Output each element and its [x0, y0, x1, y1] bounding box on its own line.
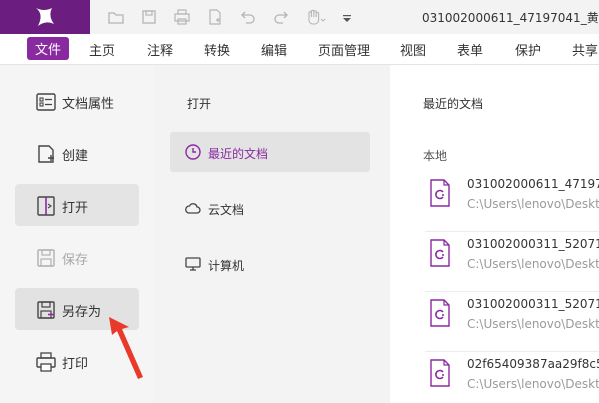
nav-label: 保存	[62, 253, 89, 268]
recent-documents-pane: 最近的文档 本地 031002000611_471970 C:\Users\le…	[390, 65, 599, 403]
pdf-file-icon	[430, 299, 450, 327]
file-path: C:\Users\lenovo\Desktop	[467, 257, 599, 271]
new-document-icon[interactable]	[206, 8, 224, 26]
nav-create[interactable]: 创建	[15, 132, 139, 174]
recent-file-row[interactable]: 031002000611_471970 C:\Users\lenovo\Desk…	[425, 173, 599, 232]
save-as-icon	[37, 301, 55, 319]
file-path: C:\Users\lenovo\Desktop	[467, 377, 599, 391]
option-label: 云文档	[208, 203, 245, 217]
menu-file[interactable]: 文件	[27, 37, 70, 60]
pdf-file-icon	[430, 179, 450, 207]
nav-open[interactable]: 打开	[15, 184, 139, 226]
menu-bar: 文件 主页 注释 转换 编辑 页面管理 视图 表单 保护 共享	[0, 34, 599, 65]
title-bar: 031002000611_47197041_黄山	[0, 0, 599, 34]
app-logo[interactable]	[0, 0, 90, 34]
nav-label: 创建	[62, 149, 89, 164]
menu-view[interactable]: 视图	[400, 40, 426, 59]
option-computer[interactable]: 计算机	[170, 244, 370, 284]
save-icon[interactable]	[140, 8, 158, 26]
nav-label: 打印	[62, 357, 89, 372]
option-cloud-documents[interactable]: 云文档	[170, 188, 370, 228]
nav-save[interactable]: 保存	[15, 236, 139, 278]
undo-icon[interactable]	[239, 8, 257, 26]
nav-label: 文档属性	[62, 97, 115, 112]
dropdown-arrow-icon[interactable]	[341, 8, 353, 26]
redo-icon[interactable]	[272, 8, 290, 26]
pane-title: 最近的文档	[423, 97, 484, 111]
print-icon	[36, 352, 56, 372]
menu-convert[interactable]: 转换	[204, 40, 230, 59]
clock-icon	[185, 144, 201, 160]
pdf-file-icon	[430, 239, 450, 267]
menu-page-management[interactable]: 页面管理	[318, 40, 370, 59]
open-options-pane: 打开 最近的文档 云文档 计算机	[154, 65, 390, 403]
menu-form[interactable]: 表单	[457, 40, 483, 59]
recent-file-row[interactable]: 02f65409387aa29f8c5f5 C:\Users\lenovo\De…	[425, 353, 599, 403]
file-path: C:\Users\lenovo\Desktop	[467, 317, 599, 331]
file-name: 02f65409387aa29f8c5f5	[467, 357, 599, 371]
recent-file-row[interactable]: 031002000311_520716 C:\Users\lenovo\Desk…	[425, 293, 599, 352]
open-icon	[37, 196, 55, 216]
nav-label: 打开	[62, 201, 89, 216]
hand-tool-icon[interactable]	[304, 8, 326, 26]
document-title: 031002000611_47197041_黄山	[422, 11, 599, 25]
menu-protect[interactable]: 保护	[515, 40, 541, 59]
option-recent-documents[interactable]: 最近的文档	[170, 132, 370, 172]
computer-icon	[185, 257, 201, 271]
recent-file-row[interactable]: 031002000311_520716 C:\Users\lenovo\Desk…	[425, 233, 599, 292]
file-name: 031002000311_520716	[467, 297, 599, 311]
file-name: 031002000311_520716	[467, 237, 599, 251]
file-path: C:\Users\lenovo\Desktop	[467, 197, 599, 211]
logo-icon	[36, 8, 54, 26]
cloud-icon	[185, 203, 201, 214]
menu-comment[interactable]: 注释	[147, 40, 173, 59]
option-label: 最近的文档	[208, 147, 269, 161]
create-icon	[38, 145, 54, 163]
pane-title: 打开	[187, 97, 212, 111]
menu-edit[interactable]: 编辑	[261, 40, 287, 59]
nav-label: 另存为	[62, 305, 102, 320]
nav-document-properties[interactable]: 文档属性	[15, 80, 139, 122]
option-label: 计算机	[208, 259, 245, 273]
pdf-file-icon	[430, 359, 450, 387]
annotation-arrow-icon	[109, 317, 143, 379]
folder-open-icon[interactable]	[107, 8, 125, 26]
save-icon	[37, 249, 55, 267]
menu-share[interactable]: 共享	[572, 40, 598, 59]
file-name: 031002000611_471970	[467, 177, 599, 191]
print-icon[interactable]	[173, 8, 191, 26]
menu-home[interactable]: 主页	[89, 40, 115, 59]
document-properties-icon	[36, 93, 56, 111]
section-label: 本地	[423, 149, 448, 163]
